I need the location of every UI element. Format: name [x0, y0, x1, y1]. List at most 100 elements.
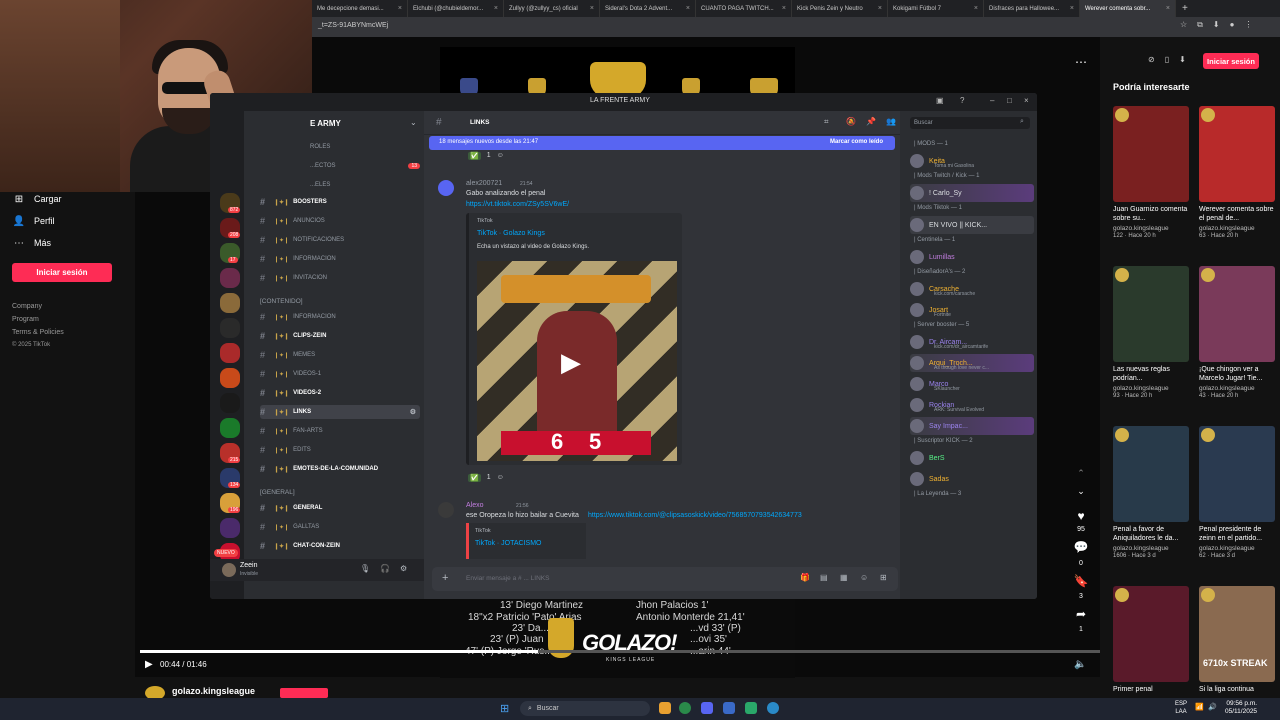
member-item[interactable]: Arqui_Troch... As though love never c...	[910, 354, 1034, 372]
gif-icon[interactable]: ▤	[820, 573, 828, 582]
channel-category[interactable]: [GENERAL]	[260, 489, 295, 496]
wifi-icon[interactable]: 📶	[1195, 703, 1204, 711]
chrome-icon[interactable]	[679, 702, 691, 714]
extensions-icon[interactable]: ⧉	[1197, 20, 1203, 30]
chevron-down-icon[interactable]: ⌄	[410, 118, 417, 127]
close-tab-icon[interactable]: ×	[878, 5, 882, 12]
server-name-header[interactable]: E ARMY	[310, 119, 341, 128]
login-button-top[interactable]: Iniciar sesión	[1203, 53, 1259, 69]
windows-start-icon[interactable]: ⊞	[500, 702, 509, 715]
member-item[interactable]: BerS	[910, 449, 1034, 467]
channel-category[interactable]: [CONTENIDO]	[260, 298, 303, 305]
add-reaction-icon[interactable]: ☺	[497, 474, 504, 482]
new-tab-icon[interactable]: +	[1182, 3, 1188, 14]
recommendation-caption[interactable]: Las nuevas reglas podrían...	[1113, 365, 1189, 383]
recommendation-thumbnail[interactable]	[1113, 266, 1189, 362]
video-author-username[interactable]: golazo.kingsleague	[172, 686, 255, 696]
recommendation-thumbnail[interactable]	[1199, 426, 1275, 522]
close-tab-icon[interactable]: ×	[494, 5, 498, 12]
member-item[interactable]: ! Carlo_Sy	[910, 184, 1034, 202]
footer-program-link[interactable]: Program	[12, 316, 39, 323]
browser-tab[interactable]: Kick Penis Zein y Neutro ×	[792, 0, 888, 17]
recommendation-card[interactable]: Las nuevas reglas podrían... golazo.kings…	[1113, 266, 1189, 399]
channel-item[interactable]: # ❙✦❙ LINKS ⚙	[260, 405, 420, 419]
browser-tab[interactable]: Kokigami Fútbol 7 ×	[888, 0, 984, 17]
channel-item[interactable]: # ❙✦❙ CLIPS-ZEIN	[260, 329, 420, 343]
check-reaction-icon[interactable]: ✅	[468, 474, 481, 482]
recommendation-account[interactable]: golazo.kingsleague	[1199, 225, 1275, 232]
settings-gear-icon[interactable]: ⚙	[400, 564, 407, 573]
headphones-icon[interactable]: 🎧	[380, 564, 390, 573]
recommendation-card[interactable]: ¡Que chingon ver a Marcelo Jugar! Tie...…	[1199, 266, 1275, 399]
inbox-icon[interactable]: ▣	[936, 96, 944, 105]
sticker-icon[interactable]: ▦	[840, 573, 848, 582]
channel-item[interactable]: # ❙✦❙ MEMES	[260, 348, 420, 362]
browser-tab[interactable]: Elchubi (@chubieldemor... ×	[408, 0, 504, 17]
url-text[interactable]: _t=ZS-91ABYNmcWEj	[318, 22, 388, 29]
user-avatar[interactable]	[222, 563, 236, 577]
mark-as-read-button[interactable]: Marcar como leído	[830, 139, 883, 145]
heart-icon[interactable]: ♥	[1072, 509, 1090, 523]
comment-icon[interactable]: 💬	[1072, 540, 1090, 554]
recommendation-account[interactable]: golazo.kingsleague	[1199, 385, 1275, 392]
recommendation-thumbnail[interactable]	[1113, 426, 1189, 522]
pin-icon[interactable]: 📌	[866, 117, 876, 126]
channel-item[interactable]: # ❙✦❙ GENERAL	[260, 501, 420, 515]
member-item[interactable]: Lumillas	[910, 248, 1034, 266]
footer-terms-link[interactable]: Terms & Policies	[12, 329, 64, 336]
close-tab-icon[interactable]: ×	[590, 5, 594, 12]
recommendation-caption[interactable]: ¡Que chingon ver a Marcelo Jugar! Tie...	[1199, 365, 1275, 383]
recommendation-account[interactable]: golazo.kingsleague	[1113, 545, 1189, 552]
minimize-icon[interactable]: –	[990, 96, 994, 105]
apps-icon[interactable]: ⊞	[880, 573, 887, 582]
channel-settings-icon[interactable]: ⚙	[410, 408, 416, 416]
help-icon[interactable]: ?	[960, 96, 964, 105]
channel-item[interactable]: ROLES	[310, 140, 420, 154]
recommendation-account[interactable]: golazo.kingsleague	[1113, 225, 1189, 232]
volume-icon[interactable]: 🔊	[1208, 703, 1217, 711]
recommendation-account[interactable]: golazo.kingsleague	[1199, 545, 1275, 552]
server-icon[interactable]	[220, 343, 240, 363]
channel-item[interactable]: # ❙✦❙ EMOTES-DE-LA-COMUNIDAD	[260, 462, 420, 476]
chevron-up-icon[interactable]: ⌃	[1072, 468, 1090, 479]
recommendation-thumbnail[interactable]	[1113, 106, 1189, 202]
embed-title[interactable]: TikTok · JOTACISMO	[475, 540, 542, 547]
browser-tab[interactable]: Sideral's Dota 2 Advent... ×	[600, 0, 696, 17]
recommendation-card[interactable]: Werever comenta sobre el penal de... gola…	[1199, 106, 1275, 239]
member-item[interactable]: Marco SKlauncher	[910, 375, 1034, 393]
maximize-icon[interactable]: □	[1007, 96, 1012, 105]
app-icon[interactable]	[745, 702, 757, 714]
recommendation-card[interactable]: Juan Guarnizo comenta sobre su... golazo.…	[1113, 106, 1189, 239]
play-icon[interactable]: ▶	[145, 659, 153, 670]
member-item[interactable]: Rockian ARK: Survival Evolved	[910, 396, 1034, 414]
server-icon[interactable]	[220, 418, 240, 438]
recommendation-caption[interactable]: Juan Guarnizo comenta sobre su...	[1113, 205, 1189, 223]
recommendation-account[interactable]: golazo.kingsleague	[1113, 385, 1189, 392]
new-unreads-pill[interactable]: NUEVO	[214, 549, 238, 557]
download-icon[interactable]: ⬇	[1179, 55, 1186, 64]
close-tab-icon[interactable]: ×	[1166, 5, 1170, 12]
channel-item[interactable]: # ❙✦❙ VIDEOS-2	[260, 386, 420, 400]
more-options-icon[interactable]: ⋯	[1075, 55, 1087, 69]
channel-item[interactable]: # ❙✦❙ BOOSTERS	[260, 195, 420, 209]
server-icon[interactable]	[220, 268, 240, 288]
play-icon[interactable]: ▶	[561, 347, 581, 378]
channel-item[interactable]: # ❙✦❙ VIDEOS-1	[260, 367, 420, 381]
browser-tab[interactable]: CUANTO PAGA TWITCH... ×	[696, 0, 792, 17]
browser-tab[interactable]: Zullyy (@zullyy_cs) oficial ×	[504, 0, 600, 17]
system-clock[interactable]: 09:56 p.m. 05/11/2025	[1225, 700, 1257, 716]
add-reaction-icon[interactable]: ☺	[497, 152, 504, 160]
nav-more[interactable]: ⋯ Más	[14, 238, 51, 249]
file-explorer-icon[interactable]	[659, 702, 671, 714]
message-composer[interactable]: + Enviar mensaje a # ... LINKS 🎁 ▤ ▦ ☺ ⊞	[432, 567, 898, 591]
channel-item[interactable]: ...ECTOS 13	[310, 159, 420, 173]
close-tab-icon[interactable]: ×	[782, 5, 786, 12]
browser-tab[interactable]: Disfraces para Hallowee... ×	[984, 0, 1080, 17]
channel-item[interactable]: # ❙✦❙ CHAT-CON-ZEIN	[260, 539, 420, 553]
member-item[interactable]: Josart Fortnite	[910, 301, 1034, 319]
recommendation-caption[interactable]: Penal presidente de zeinn en el partido.…	[1199, 525, 1275, 543]
member-item[interactable]: Dr. Aircam... kick.com/dr_aircamtarife	[910, 333, 1034, 351]
channel-item[interactable]: # ❙✦❙ EDITS	[260, 443, 420, 457]
channel-item[interactable]: ...ELES	[310, 178, 420, 192]
recommendation-thumbnail[interactable]: 6710x STREAK	[1199, 586, 1275, 682]
